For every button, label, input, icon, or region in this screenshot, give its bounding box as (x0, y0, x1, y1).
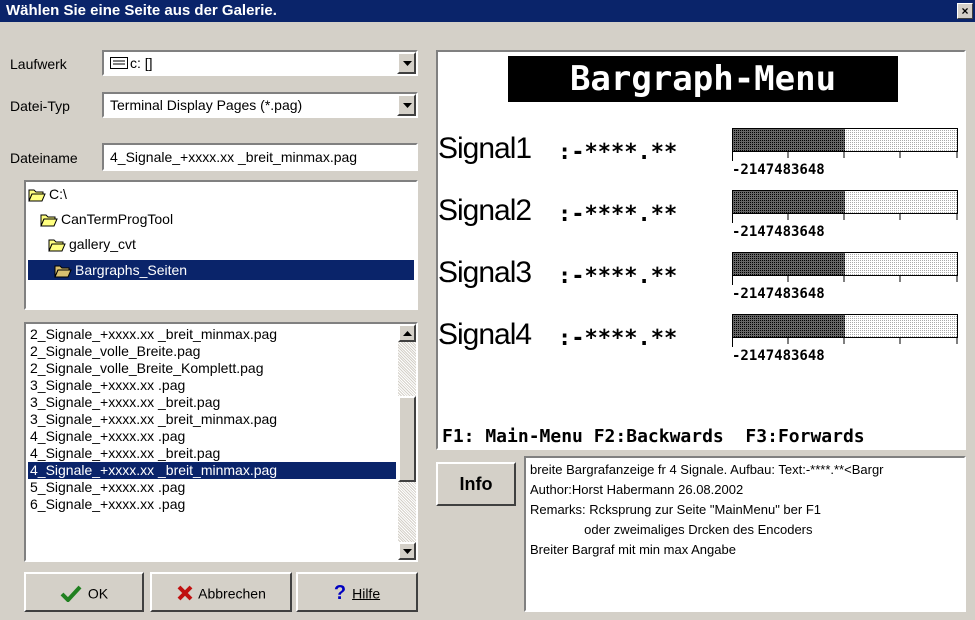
open-folder-icon (48, 239, 66, 252)
tree-item-label: Bargraphs_Seiten (75, 262, 188, 278)
file-list-item[interactable]: 5_Signale_+xxxx.xx .pag (28, 479, 390, 496)
arrow-down-icon (403, 549, 412, 554)
bargraph-scale: -2147483648 (732, 162, 825, 178)
file-list-item[interactable]: 2_Signale_volle_Breite.pag (28, 343, 390, 360)
close-button[interactable]: × (957, 3, 973, 19)
file-list-item[interactable]: 6_Signale_+xxxx.xx .pag (28, 496, 390, 513)
ok-button[interactable]: OK (24, 572, 144, 612)
file-list-item[interactable]: 2_Signale_+xxxx.xx _breit_minmax.pag (28, 326, 390, 343)
file-list[interactable]: 2_Signale_+xxxx.xx _breit_minmax.pag 2_Si… (24, 322, 418, 562)
filename-label: Dateiname (10, 150, 78, 166)
file-list-item[interactable]: 4_Signale_+xxxx.xx .pag (28, 428, 390, 445)
help-label: Hilfe (352, 585, 381, 602)
signal-label: Signal3 (438, 256, 532, 289)
folder-tree[interactable]: C:\ CanTermProgTool gallery_cvt Bargraph… (24, 180, 418, 310)
checkmark-icon (60, 585, 82, 604)
window-title: Wählen Sie eine Seite aus der Galerie. (6, 2, 277, 19)
tree-item-label: CanTermProgTool (61, 211, 174, 227)
bargraph (732, 252, 958, 285)
signal-value: :-****.** (558, 264, 678, 289)
drive-dropdown-button[interactable] (397, 52, 416, 74)
question-mark-icon: ? (333, 582, 347, 605)
drive-value: c: [] (130, 55, 153, 71)
bargraph-scale: -2147483648 (732, 224, 825, 240)
filetype-value: Terminal Display Pages (*.pag) (110, 97, 303, 113)
cancel-button[interactable]: Abbrechen (150, 572, 292, 612)
tree-item-label: gallery_cvt (69, 236, 136, 252)
file-list-item[interactable]: 3_Signale_+xxxx.xx _breit_minmax.pag (28, 411, 390, 428)
info-line: Remarks: Rcksprung zur Seite "MainMenu" … (530, 502, 822, 517)
chevron-down-icon (403, 61, 412, 66)
file-list-item[interactable]: 4_Signale_+xxxx.xx _breit_minmax.pag (27, 461, 397, 480)
bargraph-scale: -2147483648 (732, 286, 825, 302)
help-button[interactable]: ? Hilfe (296, 572, 418, 612)
bargraph (732, 314, 958, 347)
bargraph-scale: -2147483648 (732, 348, 825, 364)
cancel-label: Abbrechen (198, 585, 266, 602)
signal-value: :-****.** (558, 140, 678, 165)
file-list-item[interactable]: 2_Signale_volle_Breite_Komplett.pag (28, 360, 390, 377)
preview-footer: F1: Main-Menu F2:Backwards F3:Forwards (442, 426, 865, 447)
signal-label: Signal4 (438, 318, 532, 351)
open-folder-icon (54, 265, 72, 278)
tree-item-root[interactable]: C:\ (28, 184, 67, 204)
bargraph (732, 190, 958, 223)
file-list-scrollbar[interactable] (398, 324, 416, 560)
filename-input[interactable]: 4_Signale_+xxxx.xx _breit_minmax.pag (102, 143, 418, 171)
info-text: breite Bargrafanzeige fr 4 Signale. Aufb… (524, 456, 966, 612)
file-list-item[interactable]: 4_Signale_+xxxx.xx _breit.pag (28, 445, 390, 462)
scroll-down-button[interactable] (398, 542, 416, 560)
info-button[interactable]: Info (436, 462, 516, 506)
signal-label: Signal1 (438, 132, 532, 165)
filetype-dropdown-button[interactable] (397, 94, 416, 116)
arrow-up-icon (403, 331, 412, 336)
tree-item-bargraphs-seiten[interactable]: Bargraphs_Seiten (28, 260, 414, 280)
page-preview: Bargraph-Menu Signal1 :-****.** -214748364… (436, 50, 966, 450)
file-list-item[interactable]: 3_Signale_+xxxx.xx .pag (28, 377, 390, 394)
info-line: Breiter Bargraf mit min max Angabe (530, 542, 736, 557)
tree-item-label: C:\ (49, 186, 67, 202)
info-line: breite Bargrafanzeige fr 4 Signale. Aufb… (530, 462, 884, 477)
info-line: Author:Horst Habermann 26.08.2002 (530, 482, 744, 497)
signal-value: :-****.** (558, 326, 678, 351)
preview-title: Bargraph-Menu (508, 56, 898, 102)
ok-label: OK (87, 585, 109, 602)
title-bar[interactable]: Wählen Sie eine Seite aus der Galerie. × (0, 0, 975, 22)
cross-icon (177, 585, 193, 601)
filename-value: 4_Signale_+xxxx.xx _breit_minmax.pag (110, 149, 358, 165)
drive-label: Laufwerk (10, 56, 67, 72)
drive-select[interactable]: c: [] (102, 50, 418, 76)
open-folder-icon (28, 189, 46, 202)
filetype-select[interactable]: Terminal Display Pages (*.pag) (102, 92, 418, 118)
scroll-thumb[interactable] (398, 396, 416, 482)
scroll-up-button[interactable] (398, 324, 416, 342)
open-folder-icon (40, 214, 58, 227)
filetype-label: Datei-Typ (10, 98, 70, 114)
signal-label: Signal2 (438, 194, 532, 227)
tree-item-cantermprogtool[interactable]: CanTermProgTool (40, 209, 173, 229)
tree-item-gallery-cvt[interactable]: gallery_cvt (48, 234, 136, 254)
chevron-down-icon (403, 103, 412, 108)
signal-value: :-****.** (558, 202, 678, 227)
file-list-item[interactable]: 3_Signale_+xxxx.xx _breit.pag (28, 394, 390, 411)
info-line: oder zweimaliges Drcken des Encoders (530, 522, 813, 537)
bargraph (732, 128, 958, 161)
